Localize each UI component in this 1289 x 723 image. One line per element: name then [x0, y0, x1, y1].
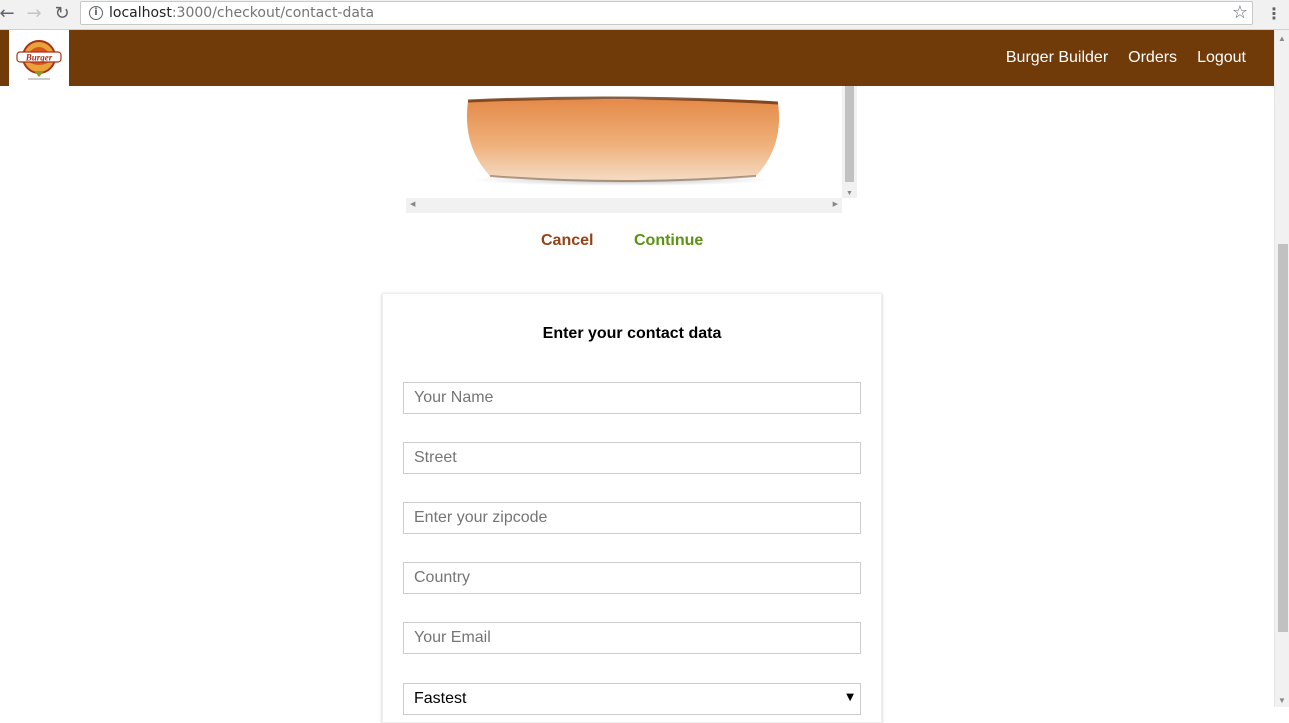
burger-scroll-right-icon[interactable]: ▶: [833, 200, 838, 208]
contact-data-form: Enter your contact data Fastest ▼: [382, 293, 882, 723]
reload-icon[interactable]: ↻: [51, 3, 73, 25]
bread-bottom-image: [466, 96, 780, 186]
bookmark-star-icon[interactable]: ☆: [1232, 2, 1248, 23]
street-input[interactable]: [403, 442, 861, 474]
nav-logout[interactable]: Logout: [1197, 49, 1246, 67]
logo-text: Burger: [25, 53, 53, 63]
app-header: Burger Burger Builder Orders Logout: [0, 30, 1274, 86]
burger-scroll-down-icon[interactable]: ▼: [846, 190, 853, 197]
browser-toolbar: ← → ↻ i localhost:3000/checkout/contact-…: [0, 0, 1289, 30]
info-icon[interactable]: i: [89, 6, 103, 20]
scroll-down-arrow-icon[interactable]: ▼: [1278, 696, 1286, 705]
page-scrollbar[interactable]: ▲ ▼: [1274, 30, 1289, 707]
zipcode-input[interactable]: [403, 502, 861, 534]
forward-icon[interactable]: →: [23, 3, 45, 25]
select-caret-icon: ▼: [846, 692, 854, 703]
browser-menu-icon[interactable]: ⋮: [1266, 3, 1282, 25]
main-nav: Burger Builder Orders Logout: [986, 30, 1246, 86]
burger-scrollbar-thumb[interactable]: [845, 86, 854, 182]
back-icon[interactable]: ←: [0, 3, 18, 25]
name-input[interactable]: [403, 382, 861, 414]
burger-logo-icon: Burger: [16, 40, 62, 80]
nav-orders[interactable]: Orders: [1128, 49, 1177, 67]
burger-scroll-left-icon[interactable]: ◀: [410, 200, 415, 208]
delivery-method-select[interactable]: Fastest ▼: [403, 683, 861, 715]
logo[interactable]: Burger: [9, 30, 69, 86]
url-text[interactable]: localhost:3000/checkout/contact-data: [109, 5, 374, 21]
url-path: :3000/checkout/contact-data: [171, 5, 375, 21]
url-host: localhost: [109, 5, 172, 21]
contact-form-title: Enter your contact data: [542, 325, 722, 342]
scroll-up-arrow-icon[interactable]: ▲: [1278, 34, 1286, 43]
burger-vertical-scrollbar[interactable]: ▼: [842, 86, 857, 198]
address-bar[interactable]: i localhost:3000/checkout/contact-data ☆: [80, 1, 1253, 25]
cancel-button[interactable]: Cancel: [541, 232, 593, 250]
burger-horizontal-scrollbar[interactable]: ◀ ▶: [406, 198, 842, 213]
email-input[interactable]: [403, 622, 861, 654]
burger-preview: [406, 86, 858, 214]
country-input[interactable]: [403, 562, 861, 594]
page-scrollbar-thumb[interactable]: [1278, 244, 1288, 632]
continue-button[interactable]: Continue: [634, 232, 703, 250]
nav-burger-builder[interactable]: Burger Builder: [1006, 49, 1108, 67]
delivery-method-value: Fastest: [414, 690, 467, 707]
